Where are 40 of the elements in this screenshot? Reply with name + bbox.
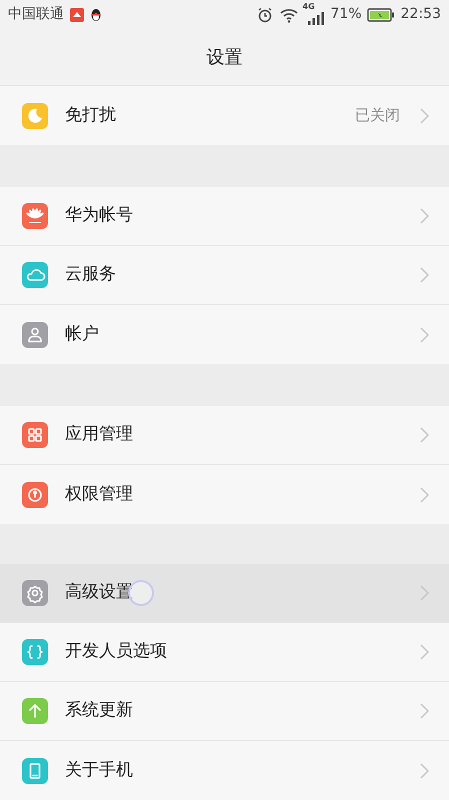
settings-row[interactable]: 帐户: [0, 305, 449, 364]
setting-value: 已关闭: [355, 105, 400, 126]
chevron-right-icon: [420, 703, 429, 719]
chevron-right-icon: [420, 644, 429, 660]
settings-row[interactable]: 系统更新: [0, 682, 449, 741]
clock-time: 22:53: [400, 5, 441, 24]
setting-label: 关于手机: [65, 758, 133, 782]
page-title: 设置: [206, 46, 242, 70]
chevron-right-icon: [420, 762, 429, 778]
app-notification-icon: [70, 8, 84, 22]
chevron-right-icon: [420, 108, 429, 124]
settings-row[interactable]: 应用管理: [0, 406, 449, 465]
setting-label: 应用管理: [65, 423, 133, 446]
alarm-icon: [256, 6, 273, 23]
battery-percent: 71%: [330, 5, 362, 24]
setting-label: 免打扰: [65, 104, 116, 127]
setting-label: 云服务: [65, 263, 116, 286]
chevron-right-icon: [420, 585, 429, 601]
settings-row[interactable]: 开发人员选项: [0, 623, 449, 682]
chevron-right-icon: [420, 326, 429, 342]
setting-label: 开发人员选项: [65, 640, 167, 664]
battery-charging-icon: [366, 8, 395, 22]
settings-row[interactable]: 云服务: [0, 246, 449, 305]
signal-icon: [308, 12, 324, 25]
settings-row[interactable]: 关于手机: [0, 741, 449, 800]
setting-label: 华为帐号: [65, 204, 133, 228]
carrier-name: 中国联通: [8, 5, 64, 24]
setting-label: 权限管理: [65, 482, 133, 506]
network-type: 4G: [302, 2, 315, 11]
wifi-icon: [278, 6, 299, 23]
chevron-right-icon: [420, 267, 429, 283]
chevron-right-icon: [420, 208, 429, 224]
settings-row[interactable]: 华为帐号: [0, 187, 449, 246]
setting-label: 系统更新: [65, 699, 133, 722]
settings-row[interactable]: 权限管理: [0, 465, 449, 524]
setting-label: 帐户: [65, 322, 99, 346]
settings-row[interactable]: 免打扰 已关闭: [0, 86, 449, 145]
chevron-right-icon: [420, 427, 429, 443]
penguin-icon: [90, 8, 102, 22]
chevron-right-icon: [420, 486, 429, 502]
